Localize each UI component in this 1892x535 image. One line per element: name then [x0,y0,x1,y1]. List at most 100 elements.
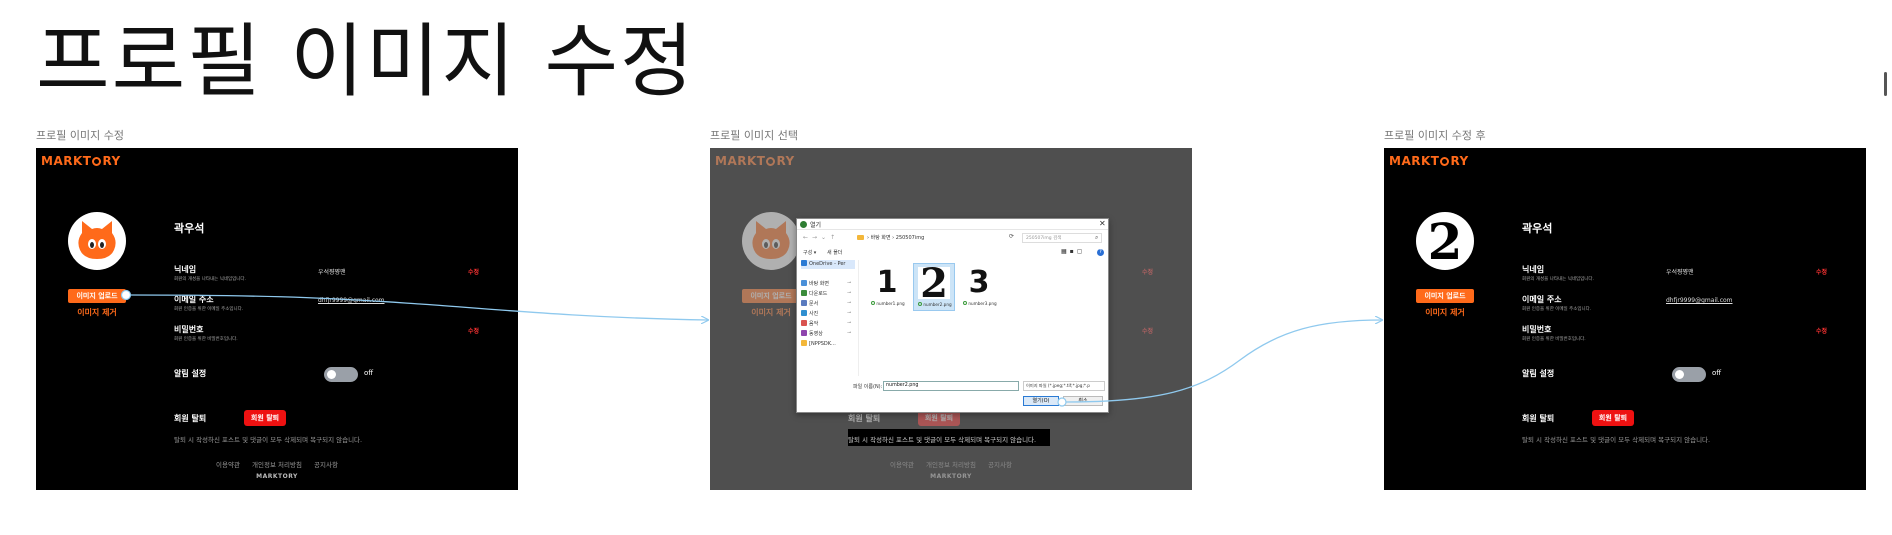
toggle-knob [1675,370,1684,379]
pin-icon: ⊸ [847,310,852,316]
file-thumbnail: 2 [918,260,950,307]
email-description: 회원 인증을 위한 이메일 주소입니다. [1522,307,1592,312]
dialog-title: 열기 [810,222,822,229]
avatar-image: 2 [1427,212,1463,270]
search-icon[interactable]: ⌕ [1095,234,1098,242]
music-icon [801,320,807,326]
pin-icon: ⊸ [847,280,852,286]
dialog-titlebar: 열기 ✕ [797,219,1108,230]
password-description: 회원 인증을 위한 비밀번호입니다. [1522,337,1586,342]
withdraw-button[interactable]: 회원 탈퇴 [244,410,286,426]
nickname-value: 우석쨩쨩맨 [1666,269,1694,276]
nickname-description: 회원의 개성을 나타내는 닉네임입니다. [1522,277,1594,282]
file-item-number3[interactable]: 3 number3.png [959,263,1001,311]
folder-icon [857,235,864,240]
email-label: 이메일 주소 [1522,295,1562,304]
notification-toggle[interactable] [324,367,358,382]
organize-menu[interactable]: 구성 ▾ [803,249,816,256]
sidebar-item-documents[interactable]: 문서 ⊸ [801,300,855,309]
withdraw-label: 회원 탈퇴 [1522,414,1555,423]
dialog-search-input[interactable]: 250507img 검색 [1022,233,1102,243]
withdraw-button[interactable]: 회원 탈퇴 [1592,410,1634,426]
cloud-icon [801,260,807,266]
footer-link-privacy[interactable]: 개인정보 처리방침 [252,461,302,469]
pin-icon: ⊸ [847,330,852,336]
filename-input[interactable]: number2.png [883,381,1019,391]
password-edit-link[interactable]: 수정 [468,326,479,335]
sidebar-item-music[interactable]: 음악 ⊸ [801,320,855,329]
pin-icon: ⊸ [847,290,852,296]
password-edit-link[interactable]: 수정 [1816,326,1827,335]
nickname-description: 회원의 개성을 나타내는 닉네임입니다. [174,277,246,282]
sync-ok-icon [963,301,968,305]
desktop-icon [801,280,807,286]
file-name: number3.png [959,301,1001,306]
footer-link-notice[interactable]: 공지사항 [314,461,338,469]
toggle-knob [327,370,336,379]
email-description: 회원 인증을 위한 이메일 주소입니다. [174,307,244,312]
download-icon [801,290,807,296]
address-bar: ←→⌄↑ › 바탕 화면 › 250507img ⟳ 250507img 검색 … [797,231,1108,245]
user-name: 곽우석 [1522,222,1553,235]
sidebar-item-downloads[interactable]: 다운로드 ⊸ [801,290,855,299]
profile-select-screen: MARKTRY 이미지 업로드 이미지 제거 곽우석 닉네임 수정 이메일 주소… [710,148,1192,490]
withdraw-notice: 탈퇴 시 작성하신 포스트 및 댓글이 모두 삭제되며 복구되지 않습니다. [848,436,1037,444]
file-thumbnail: 1 [871,265,903,300]
nav-arrows-icon[interactable]: ←→⌄↑ [803,234,839,241]
frame-label-select: 프로필 이미지 선택 [710,129,798,142]
scrollbar-thumb[interactable] [1884,72,1887,96]
marktory-logo[interactable]: MARKTRY [41,154,121,168]
cat-face-icon [78,221,116,259]
cancel-button[interactable]: 취소 [1063,396,1103,406]
nickname-edit-link[interactable]: 수정 [1816,267,1827,276]
avatar [68,212,126,270]
image-remove-link[interactable]: 이미지 제거 [1416,307,1474,318]
video-icon [801,330,807,336]
sidebar-item-videos[interactable]: 동영상 ⊸ [801,330,855,339]
image-remove-link[interactable]: 이미지 제거 [68,307,126,318]
sidebar-item-onedrive[interactable]: OneDrive - Per [801,260,855,269]
notification-state: off [1712,369,1722,377]
footer-logo: MARKTORY [256,473,298,480]
storyboard-canvas: 프로필 이미지 수정 프로필 이미지 수정 프로필 이미지 선택 프로필 이미지… [0,0,1892,535]
password-label: 비밀번호 [1522,325,1552,334]
dialog-toolbar: 구성 ▾ 새 폴더 ▦▪▢ ? [797,247,1108,259]
dialog-sidebar: OneDrive - Per 바탕 화면 ⊸ 다운로드 ⊸ 문서 ⊸ 사진 ⊸ 음악 ⊸ … [797,260,859,376]
folder-icon [801,340,807,346]
sync-ok-icon [871,301,876,305]
nickname-label: 닉네임 [174,265,197,274]
close-icon[interactable]: ✕ [1099,219,1106,228]
nickname-value: 우석쨩쨩맨 [318,269,346,276]
image-upload-button[interactable]: 이미지 업로드 [1416,289,1474,303]
sidebar-item-folder[interactable]: [NPPSDK... [801,340,855,349]
sidebar-item-desktop[interactable]: 바탕 화면 ⊸ [801,280,855,289]
marktory-logo[interactable]: MARKTRY [1389,154,1469,168]
filename-label: 파일 이름(N): [853,384,883,390]
withdraw-label: 회원 탈퇴 [174,414,207,423]
frame-label-edit: 프로필 이미지 수정 [36,129,124,142]
open-button[interactable]: 열기(O) [1023,396,1059,406]
sidebar-item-pictures[interactable]: 사진 ⊸ [801,310,855,319]
image-upload-button[interactable]: 이미지 업로드 [68,289,126,303]
email-value: dhfjr9999@gmail.com [318,297,385,304]
refresh-icon[interactable]: ⟳ [1009,233,1014,240]
footer-links: 이용약관 개인정보 처리방침 공지사항 [36,459,518,469]
notification-label: 알림 설정 [174,369,207,378]
help-icon[interactable]: ? [1097,249,1104,256]
nickname-edit-link[interactable]: 수정 [468,267,479,276]
pin-icon: ⊸ [847,300,852,306]
folder-path[interactable]: › 바탕 화면 › 250507img [867,234,924,241]
file-item-number2[interactable]: 2 number2.png [913,260,955,311]
footer-link-terms[interactable]: 이용약관 [216,461,240,469]
view-options-icon[interactable]: ▦▪▢ [1061,248,1085,255]
notification-toggle[interactable] [1672,367,1706,382]
document-icon [801,300,807,306]
filetype-select[interactable]: 이미지 파일 (*.jpeg;*.tif;*.jpg;*.p [1023,381,1105,391]
email-value: dhfjr9999@gmail.com [1666,297,1733,304]
new-folder-button[interactable]: 새 폴더 [827,249,842,256]
file-item-number1[interactable]: 1 number1.png [867,263,909,311]
withdraw-notice: 탈퇴 시 작성하신 포스트 및 댓글이 모두 삭제되며 복구되지 않습니다. [174,436,363,444]
picture-icon [801,310,807,316]
file-list: 1 number1.png 2 number2.png 3 number3.pn… [861,260,1106,373]
user-name: 곽우석 [174,222,205,235]
